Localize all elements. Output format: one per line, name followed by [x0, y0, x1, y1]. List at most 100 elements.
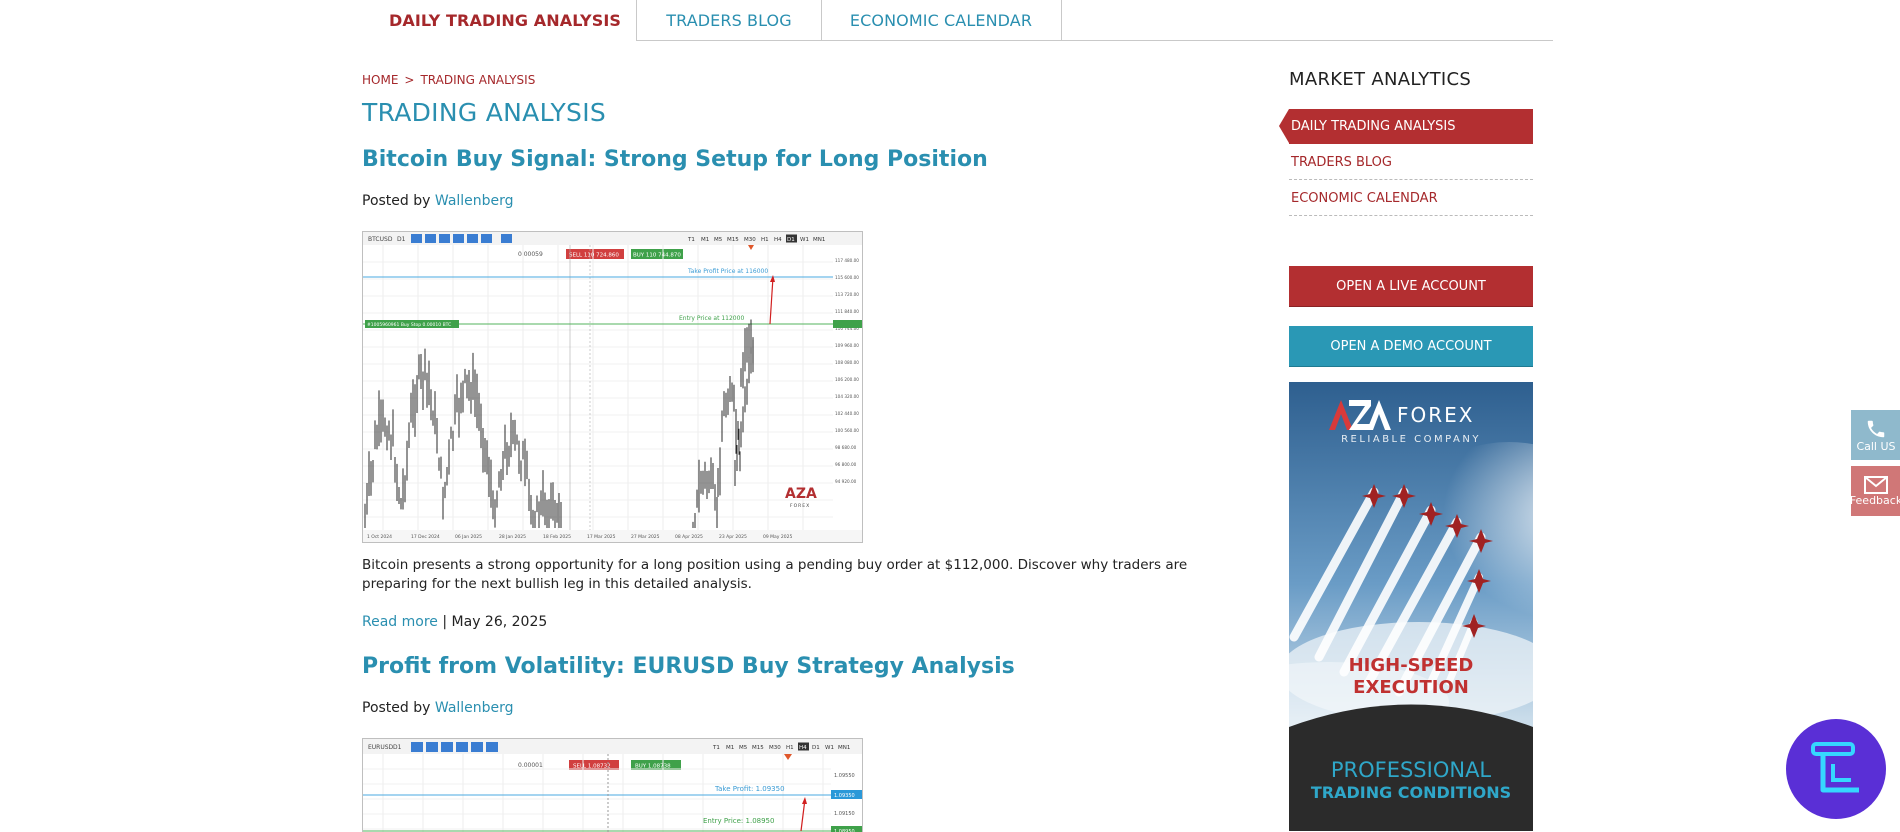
- open-live-account-button[interactable]: OPEN A LIVE ACCOUNT: [1289, 266, 1533, 307]
- svg-text:100 560.00: 100 560.00: [835, 428, 859, 433]
- post-meta: Read more | May 26, 2025: [362, 614, 547, 630]
- timeframe-option[interactable]: M5: [739, 745, 748, 751]
- svg-text:1.09150: 1.09150: [834, 811, 855, 817]
- sidebar-item-daily-trading-analysis[interactable]: DAILY TRADING ANALYSIS: [1279, 109, 1533, 144]
- chart-marker: [748, 245, 754, 250]
- timeframe-option[interactable]: M1: [701, 237, 709, 243]
- chart-marker: [784, 754, 792, 760]
- post-date: May 26, 2025: [451, 614, 548, 630]
- svg-text:113 720.00: 113 720.00: [835, 292, 859, 297]
- timeframe-option[interactable]: MN1: [813, 237, 825, 243]
- breadcrumb: HOME > TRADING ANALYSIS: [362, 73, 541, 87]
- chart-timeframe: D1: [393, 744, 402, 751]
- timeframe-option[interactable]: M30: [769, 745, 781, 751]
- entry-label: Entry Price at 112000: [679, 315, 744, 322]
- timeframe-option[interactable]: H4: [774, 237, 782, 243]
- svg-text:1.09350: 1.09350: [834, 793, 855, 799]
- svg-text:17 Mar 2025: 17 Mar 2025: [587, 534, 616, 540]
- chart-logo: AZA: [785, 486, 817, 502]
- candlestick-series: [364, 319, 754, 528]
- post-image-bitcoin-chart[interactable]: BTCUSD D1 T1 M1 M5 M15 M30 H1 H4 D1 W1 MN1 0.0005…: [362, 231, 863, 543]
- svg-text:28 Jan 2025: 28 Jan 2025: [499, 534, 526, 540]
- feedback-button[interactable]: Feedback: [1850, 466, 1900, 516]
- timeframe-option[interactable]: W1: [825, 745, 834, 751]
- price-axis: 117 480.00 115 600.00 113 720.00 111 840.00…: [833, 245, 862, 530]
- brand-logo-icon: [1811, 742, 1859, 793]
- author-link[interactable]: Wallenberg: [435, 193, 514, 209]
- take-profit-label: Take Profit Price at 116000: [687, 268, 768, 275]
- sidebar-item-economic-calendar[interactable]: ECONOMIC CALENDAR: [1289, 181, 1533, 216]
- svg-text:27 Mar 2025: 27 Mar 2025: [631, 534, 660, 540]
- take-profit-label: Take Profit: 1.09350: [714, 785, 785, 793]
- timeframe-option[interactable]: W1: [800, 237, 809, 243]
- call-us-label: Call US: [1856, 439, 1896, 453]
- svg-text:23 Apr 2025: 23 Apr 2025: [719, 534, 747, 540]
- timeframe-option[interactable]: T1: [687, 237, 695, 243]
- ad-headline-1: HIGH-SPEED: [1349, 655, 1474, 676]
- brand-badge-button[interactable]: [1786, 719, 1886, 819]
- post-title-bitcoin[interactable]: Bitcoin Buy Signal: Strong Setup for Lon…: [362, 147, 988, 172]
- call-us-button[interactable]: Call US: [1851, 410, 1900, 460]
- post-image-eurusd-chart[interactable]: EURUSD D1 T1 M1 M5 M15 M30 H1 H4 D1 W1 MN1 0.0000…: [362, 738, 863, 832]
- breadcrumb-home[interactable]: HOME: [362, 73, 398, 87]
- ad-headline-2: EXECUTION: [1353, 677, 1469, 698]
- sidebar-title: MARKET ANALYTICS: [1289, 69, 1472, 90]
- eurusd-chart-svg: EURUSD D1 T1 M1 M5 M15 M30 H1 H4 D1 W1 MN1 0.0000…: [363, 739, 862, 832]
- open-demo-account-button[interactable]: OPEN A DEMO ACCOUNT: [1289, 326, 1533, 367]
- svg-text:17 Dec 2024: 17 Dec 2024: [411, 534, 440, 540]
- buy-price: BUY 110 744.870: [633, 253, 681, 259]
- tab-economic-calendar[interactable]: ECONOMIC CALENDAR: [821, 0, 1062, 41]
- author-link[interactable]: Wallenberg: [435, 700, 514, 716]
- timeframe-option[interactable]: H1: [786, 745, 794, 751]
- svg-text:115 600.00: 115 600.00: [835, 275, 859, 280]
- meta-separator: |: [442, 614, 448, 630]
- svg-text:96 800.00: 96 800.00: [835, 462, 857, 467]
- svg-text:117 480.00: 117 480.00: [835, 258, 859, 263]
- chart-timeframe: D1: [397, 236, 406, 243]
- breadcrumb-current[interactable]: TRADING ANALYSIS: [420, 73, 535, 87]
- aza-forex-ad-banner[interactable]: FOREX RELIABLE COMPANY HIGH-SPEED EXECUT…: [1289, 382, 1533, 831]
- tab-traders-blog[interactable]: TRADERS BLOG: [636, 0, 822, 41]
- chart-symbol: BTCUSD: [368, 236, 393, 243]
- chart-grid: [363, 245, 833, 530]
- svg-text:98 680.00: 98 680.00: [835, 445, 857, 450]
- chart-logo-word: FOREX: [790, 503, 810, 509]
- target-arrow: [769, 276, 774, 325]
- svg-text:1 Oct 2024: 1 Oct 2024: [367, 534, 392, 540]
- post-byline: Posted by Wallenberg: [362, 193, 514, 209]
- breadcrumb-separator: >: [404, 73, 415, 87]
- svg-text:102 440.00: 102 440.00: [835, 411, 859, 416]
- top-tabs: DAILY TRADING ANALYSIS TRADERS BLOG ECON…: [374, 0, 1553, 41]
- entry-label: Entry Price: 1.08950: [703, 817, 774, 825]
- timeframe-option[interactable]: M15: [752, 745, 764, 751]
- timeframe-option[interactable]: M30: [744, 237, 756, 243]
- svg-text:106 200.00: 106 200.00: [835, 377, 859, 382]
- timeframe-option[interactable]: H1: [761, 237, 769, 243]
- read-more-link[interactable]: Read more: [362, 614, 438, 630]
- timeframe-option[interactable]: T1: [712, 745, 720, 751]
- bitcoin-chart-svg: BTCUSD D1 T1 M1 M5 M15 M30 H1 H4 D1 W1 MN1 0.0005…: [363, 232, 862, 542]
- timeframe-option[interactable]: MN1: [838, 745, 850, 751]
- timeframe-option[interactable]: M5: [714, 237, 723, 243]
- tab-daily-trading-analysis[interactable]: DAILY TRADING ANALYSIS: [374, 0, 636, 41]
- posted-by-label: Posted by: [362, 700, 431, 716]
- svg-text:06 Jan 2025: 06 Jan 2025: [455, 534, 482, 540]
- ad-tagline: RELIABLE COMPANY: [1341, 434, 1481, 445]
- envelope-icon: [1864, 475, 1888, 494]
- arrow-head: [802, 797, 807, 804]
- timeframe-option[interactable]: M1: [726, 745, 734, 751]
- svg-text:109 960.00: 109 960.00: [835, 343, 859, 348]
- timeframe-option[interactable]: D1: [787, 237, 795, 243]
- sidebar-item-traders-blog[interactable]: TRADERS BLOG: [1289, 145, 1533, 180]
- phone-icon: [1867, 420, 1885, 437]
- svg-text:108 080.00: 108 080.00: [835, 360, 859, 365]
- timeframe-option[interactable]: H4: [799, 745, 807, 751]
- ad-logo-word: FOREX: [1397, 403, 1474, 427]
- post-title-eurusd[interactable]: Profit from Volatility: EURUSD Buy Strat…: [362, 654, 1015, 679]
- svg-text:1.09550: 1.09550: [834, 773, 855, 779]
- order-label: #1005960961 Buy Stop 0.00010 BTC: [367, 322, 451, 328]
- ad-footer-1: PROFESSIONAL: [1331, 758, 1492, 782]
- timeframe-option[interactable]: M15: [727, 237, 739, 243]
- timeframe-option[interactable]: D1: [812, 745, 820, 751]
- svg-text:111 840.00: 111 840.00: [835, 309, 859, 314]
